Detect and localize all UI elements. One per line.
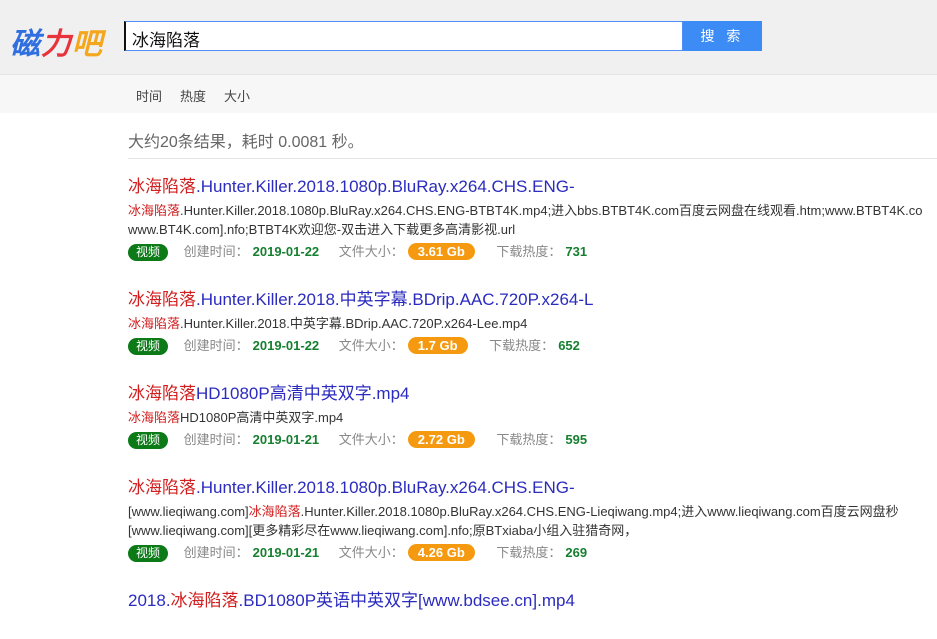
heat-label: 下载热度： xyxy=(496,432,562,447)
result-item: 2018.冰海陷落.BD1080P英语中英双字[www.bdsee.cn].mp… xyxy=(128,589,937,613)
title-highlight: 冰海陷落 xyxy=(128,478,196,497)
size-badge: 2.72 Gb xyxy=(407,431,475,448)
file-text: .Hunter.Killer.2018.中英字幕.BDrip.AAC.720P.… xyxy=(180,316,528,331)
file-text: www.BT4K.com].nfo;BTBT4K欢迎您-双击进入下载更多高清影视… xyxy=(128,222,516,237)
created-label: 创建时间： xyxy=(183,545,249,560)
category-badge: 视频 xyxy=(128,338,169,355)
file-highlight: 冰海陷落 xyxy=(128,410,181,425)
search-button[interactable]: 搜 索 xyxy=(683,21,762,51)
result-files: 冰海陷落.Hunter.Killer.2018.中英字幕.BDrip.AAC.7… xyxy=(128,314,937,333)
result-meta: 视频 创建时间： 2019-01-21 文件大小： 2.72 Gb 下载热度： 595 xyxy=(128,430,937,450)
results-main: 大约20条结果，耗时 0.0081 秒。 冰海陷落.Hunter.Killer.… xyxy=(128,128,937,639)
heat-value: 269 xyxy=(565,545,588,560)
result-meta: 视频 创建时间： 2019-01-22 文件大小： 1.7 Gb 下载热度： 652 xyxy=(128,336,937,356)
logo-char: 力 xyxy=(41,28,72,61)
result-item: 冰海陷落HD1080P高清中英双字.mp4 冰海陷落HD1080P高清中英双字.m… xyxy=(128,382,937,450)
created-label: 创建时间： xyxy=(183,432,249,447)
file-highlight: 冰海陷落 xyxy=(128,203,181,218)
created-label: 创建时间： xyxy=(183,338,249,353)
file-text: .Hunter.Killer.2018.1080p.BluRay.x264.CH… xyxy=(300,504,899,519)
sort-by-time[interactable]: 时间 xyxy=(136,86,162,105)
created-date: 2019-01-21 xyxy=(252,432,320,447)
site-logo[interactable]: 磁力吧 xyxy=(10,19,103,63)
title-text: .Hunter.Killer.2018.1080p.BluRay.x264.CH… xyxy=(196,177,575,196)
header: 磁力吧 冰海陷落 搜 索 xyxy=(0,0,937,75)
logo-char: 吧 xyxy=(72,28,103,61)
heat-label: 下载热度： xyxy=(496,545,562,560)
result-item: 冰海陷落.Hunter.Killer.2018.中英字幕.BDrip.AAC.7… xyxy=(128,288,937,356)
result-files: 冰海陷落HD1080P高清中英双字.mp4 xyxy=(128,408,937,427)
size-badge: 4.26 Gb xyxy=(407,544,475,561)
created-date: 2019-01-21 xyxy=(252,545,320,560)
size-label: 文件大小： xyxy=(338,432,404,447)
size-label: 文件大小： xyxy=(338,244,404,259)
heat-value: 731 xyxy=(565,244,588,259)
size-badge: 3.61 Gb xyxy=(407,243,475,260)
created-date: 2019-01-22 xyxy=(252,338,320,353)
file-text: HD1080P高清中英双字.mp4 xyxy=(180,410,344,425)
file-highlight: 冰海陷落 xyxy=(128,316,181,331)
result-list: 冰海陷落.Hunter.Killer.2018.1080p.BluRay.x26… xyxy=(128,175,937,613)
size-badge: 1.7 Gb xyxy=(407,337,468,354)
file-text: [www.lieqiwang.com][更多精彩尽在www.lieqiwang.… xyxy=(128,523,638,538)
category-badge: 视频 xyxy=(128,545,169,562)
title-highlight: 冰海陷落 xyxy=(128,177,196,196)
title-highlight: 冰海陷落 xyxy=(128,384,196,403)
sort-by-heat[interactable]: 热度 xyxy=(180,86,206,105)
result-title-link[interactable]: 冰海陷落.Hunter.Killer.2018.1080p.BluRay.x26… xyxy=(128,476,937,500)
result-title-link[interactable]: 冰海陷落.Hunter.Killer.2018.1080p.BluRay.x26… xyxy=(128,175,937,199)
result-files: [www.lieqiwang.com]冰海陷落.Hunter.Killer.20… xyxy=(128,502,937,540)
sort-by-size[interactable]: 大小 xyxy=(224,86,250,105)
title-highlight: 冰海陷落 xyxy=(170,591,239,610)
result-files: 冰海陷落.Hunter.Killer.2018.1080p.BluRay.x26… xyxy=(128,201,937,239)
result-meta: 视频 创建时间： 2019-01-21 文件大小： 4.26 Gb 下载热度： 269 xyxy=(128,543,937,563)
result-item: 冰海陷落.Hunter.Killer.2018.1080p.BluRay.x26… xyxy=(128,175,937,262)
search-input[interactable]: 冰海陷落 xyxy=(124,21,683,51)
result-summary: 大约20条结果，耗时 0.0081 秒。 xyxy=(128,128,937,159)
title-text: .Hunter.Killer.2018.中英字幕.BDrip.AAC.720P.… xyxy=(196,290,594,309)
result-meta: 视频 创建时间： 2019-01-22 文件大小： 3.61 Gb 下载热度： 731 xyxy=(128,242,937,262)
result-item: 冰海陷落.Hunter.Killer.2018.1080p.BluRay.x26… xyxy=(128,476,937,563)
sort-bar: 时间 热度 大小 xyxy=(0,75,937,113)
heat-label: 下载热度： xyxy=(496,244,562,259)
size-label: 文件大小： xyxy=(338,338,404,353)
heat-value: 595 xyxy=(565,432,588,447)
file-highlight: 冰海陷落 xyxy=(248,504,301,519)
result-title-link[interactable]: 2018.冰海陷落.BD1080P英语中英双字[www.bdsee.cn].mp… xyxy=(128,589,937,613)
category-badge: 视频 xyxy=(128,244,169,261)
file-text: .Hunter.Killer.2018.1080p.BluRay.x264.CH… xyxy=(180,203,923,218)
title-highlight: 冰海陷落 xyxy=(128,290,196,309)
heat-value: 652 xyxy=(558,338,580,353)
title-text: .Hunter.Killer.2018.1080p.BluRay.x264.CH… xyxy=(196,478,575,497)
file-text: [www.lieqiwang.com] xyxy=(128,504,249,519)
logo-char: 磁 xyxy=(10,28,41,61)
size-label: 文件大小： xyxy=(338,545,404,560)
title-text: .BD1080P英语中英双字[www.bdsee.cn].mp4 xyxy=(238,591,575,610)
heat-label: 下载热度： xyxy=(489,338,555,353)
result-title-link[interactable]: 冰海陷落.Hunter.Killer.2018.中英字幕.BDrip.AAC.7… xyxy=(128,288,937,312)
title-text: 2018. xyxy=(128,591,171,610)
created-date: 2019-01-22 xyxy=(252,244,320,259)
category-badge: 视频 xyxy=(128,432,169,449)
result-title-link[interactable]: 冰海陷落HD1080P高清中英双字.mp4 xyxy=(128,382,937,406)
title-text: HD1080P高清中英双字.mp4 xyxy=(196,384,410,403)
created-label: 创建时间： xyxy=(183,244,249,259)
